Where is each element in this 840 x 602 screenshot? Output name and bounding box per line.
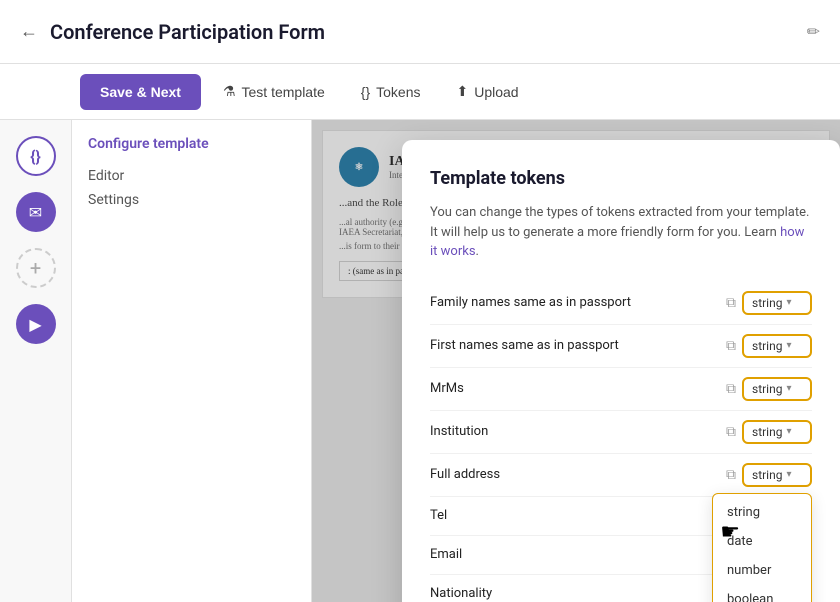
panel-nav-editor[interactable]: Editor [88, 164, 295, 188]
copy-icon-2[interactable]: ⧉ [726, 338, 736, 354]
upload-icon: ⬆ [456, 83, 468, 100]
sidebar: {} ✉ + ▶ [0, 120, 72, 602]
copy-icon-4[interactable]: ⧉ [726, 424, 736, 440]
configure-icon: {} [30, 147, 41, 166]
string-option-label: string [727, 505, 760, 520]
sidebar-step-add[interactable]: + [16, 248, 56, 288]
play-icon: ▶ [29, 315, 41, 334]
date-option-label: date [727, 534, 753, 549]
panel-title: Configure template [88, 136, 295, 152]
number-option-label: number [727, 563, 771, 578]
type-dropdown-menu: string date number boolean [712, 493, 812, 602]
dropdown-option-date[interactable]: date [713, 527, 811, 556]
token-row-institution: Institution ⧉ string ▾ [430, 411, 812, 454]
modal-description: You can change the types of tokens extra… [430, 203, 812, 262]
template-tokens-modal: Template tokens You can change the types… [402, 140, 840, 602]
tokens-button[interactable]: {} Tokens [347, 76, 435, 108]
token-row-mrms: MrMs ⧉ string ▾ [430, 368, 812, 411]
upload-button[interactable]: ⬆ Upload [442, 75, 532, 108]
dropdown-option-number[interactable]: number [713, 556, 811, 585]
sidebar-step-play[interactable]: ▶ [16, 304, 56, 344]
test-icon: ⚗ [223, 83, 236, 100]
copy-icon-3[interactable]: ⧉ [726, 381, 736, 397]
save-next-button[interactable]: Save & Next [80, 74, 201, 110]
chevron-down-icon-5: ▾ [786, 469, 791, 480]
modal-title: Template tokens [430, 168, 812, 189]
copy-icon-5[interactable]: ⧉ [726, 467, 736, 483]
dropdown-option-string[interactable]: string [713, 498, 811, 527]
back-button[interactable]: ← [20, 21, 38, 42]
chevron-down-icon-3: ▾ [786, 383, 791, 394]
edit-icon[interactable]: ✏ [807, 22, 820, 41]
chevron-down-icon: ▾ [786, 297, 791, 308]
chevron-down-icon-4: ▾ [786, 426, 791, 437]
dropdown-option-boolean[interactable]: boolean [713, 585, 811, 602]
token-list: Family names same as in passport ⧉ strin… [430, 282, 812, 602]
chevron-down-icon-2: ▾ [786, 340, 791, 351]
copy-icon-1[interactable]: ⧉ [726, 295, 736, 311]
token-row-first-names: First names same as in passport ⧉ string… [430, 325, 812, 368]
content-area: ⚛ IAEA International Atomic Energy Agenc… [312, 120, 840, 602]
side-panel: Configure template Editor Settings [72, 120, 312, 602]
type-dropdown-1[interactable]: string ▾ [742, 291, 812, 315]
type-dropdown-4[interactable]: string ▾ [742, 420, 812, 444]
main-layout: {} ✉ + ▶ Configure template Editor Setti… [0, 120, 840, 602]
test-template-button[interactable]: ⚗ Test template [209, 75, 339, 108]
add-icon: + [30, 256, 41, 280]
panel-nav-settings[interactable]: Settings [88, 188, 295, 212]
tokens-icon: {} [361, 84, 370, 100]
type-dropdown-2[interactable]: string ▾ [742, 334, 812, 358]
top-bar: ← Conference Participation Form ✏ [0, 0, 840, 64]
sidebar-step-configure[interactable]: {} [16, 136, 56, 176]
mail-icon: ✉ [29, 203, 42, 222]
boolean-option-label: boolean [727, 592, 773, 602]
toolbar: Save & Next ⚗ Test template {} Tokens ⬆ … [0, 64, 840, 120]
page-title: Conference Participation Form [50, 20, 795, 44]
sidebar-step-mail[interactable]: ✉ [16, 192, 56, 232]
token-row-full-address: Full address ⧉ string ▾ string [430, 454, 812, 497]
modal-overlay: Template tokens You can change the types… [312, 120, 840, 602]
token-row-family-names: Family names same as in passport ⧉ strin… [430, 282, 812, 325]
type-dropdown-5[interactable]: string ▾ string date [742, 463, 812, 487]
type-dropdown-3[interactable]: string ▾ [742, 377, 812, 401]
